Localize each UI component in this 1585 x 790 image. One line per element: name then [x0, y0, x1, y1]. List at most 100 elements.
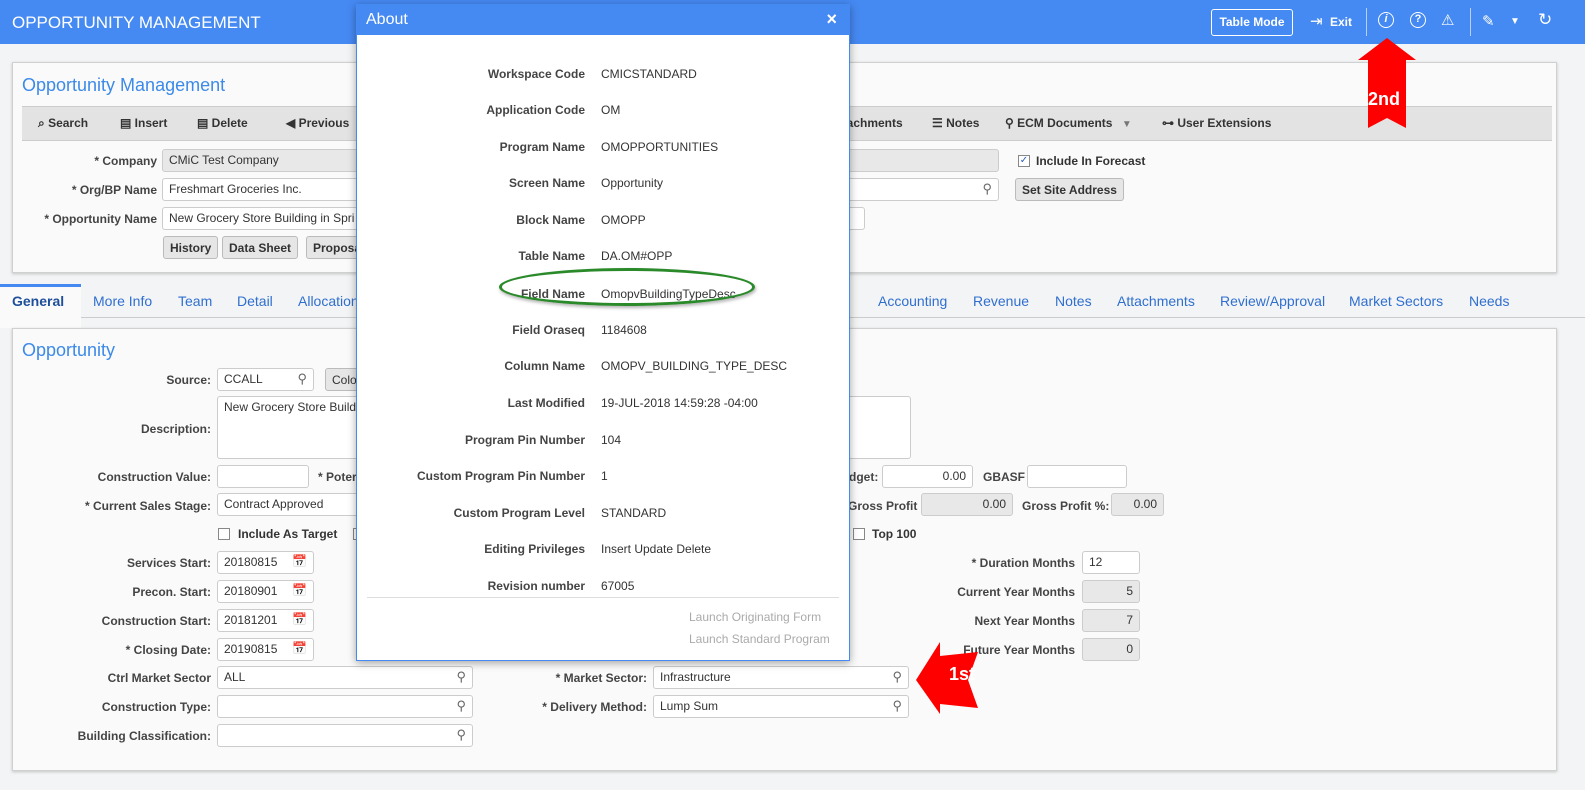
search-icon[interactable]: ⚲ — [982, 181, 992, 197]
tab-more-info[interactable]: More Info — [93, 293, 152, 309]
about-row: Custom Program Pin Number 1 — [357, 469, 849, 485]
precon-start-label: Precon. Start: — [132, 585, 211, 599]
about-row-value: Insert Update Delete — [601, 542, 712, 556]
about-row-value: 1184608 — [601, 323, 647, 337]
building-classification-field[interactable]: ⚲ — [217, 724, 473, 747]
hierarchy-icon: ⊶ — [1162, 116, 1178, 130]
dialog-title: About — [366, 11, 408, 28]
tab-allocation[interactable]: Allocation — [298, 293, 359, 309]
insert-icon: ▤ — [120, 116, 135, 130]
about-row-label: Table Name — [518, 249, 585, 263]
source-field[interactable]: CCALL ⚲ — [217, 368, 314, 391]
about-row-label: Last Modified — [507, 396, 585, 410]
ctrl-market-sector-field[interactable]: ALL ⚲ — [217, 666, 473, 689]
about-row: Last Modified 19-JUL-2018 14:59:28 -04:00 — [357, 396, 849, 412]
closing-date-field[interactable]: 20190815 📅 — [217, 638, 314, 661]
tab-team[interactable]: Team — [178, 293, 212, 309]
include-forecast-checkbox[interactable]: ✓ — [1018, 155, 1030, 167]
launch-standard-program-link[interactable]: Launch Standard Program — [689, 632, 830, 646]
history-button[interactable]: History — [163, 236, 219, 259]
search-icon[interactable]: ⚲ — [892, 669, 902, 685]
tab-accounting[interactable]: Accounting — [878, 293, 947, 309]
market-sector-field[interactable]: Infrastructure ⚲ — [653, 666, 909, 689]
about-row-label: Field Oraseq — [512, 323, 585, 337]
edit-icon[interactable]: ✎ — [1482, 12, 1495, 30]
about-row-label: Custom Program Pin Number — [416, 469, 585, 483]
search-icon[interactable]: ⚲ — [892, 698, 902, 714]
about-row: Workspace Code CMICSTANDARD — [357, 67, 849, 83]
exit-icon[interactable]: ⇥ — [1310, 12, 1323, 30]
about-row-value: OMOPP — [601, 213, 646, 227]
calendar-icon[interactable]: 📅 — [292, 612, 307, 626]
tab-attachments[interactable]: Attachments — [1117, 293, 1195, 309]
calendar-icon[interactable]: 📅 — [292, 583, 307, 597]
tab-review-approval[interactable]: Review/Approval — [1220, 293, 1325, 309]
next-year-months-field: 7 — [1082, 609, 1140, 632]
user-extensions-button[interactable]: ⊶ User Extensions — [1162, 116, 1271, 130]
delete-button[interactable]: ▤ Delete — [197, 116, 248, 130]
calendar-icon[interactable]: 📅 — [292, 641, 307, 655]
close-icon[interactable]: × — [826, 9, 837, 30]
precon-start-field[interactable]: 20180901 📅 — [217, 580, 314, 603]
search-icon[interactable]: ⚲ — [297, 371, 307, 387]
top-100-checkbox[interactable] — [853, 528, 865, 540]
search-icon[interactable]: ⚲ — [456, 669, 466, 685]
about-row: Revision number 67005 — [357, 579, 849, 595]
gbasf-label: GBASF — [983, 470, 1025, 484]
search-icon[interactable]: ⚲ — [456, 698, 466, 714]
include-as-target-checkbox[interactable] — [218, 528, 230, 540]
tab-needs[interactable]: Needs — [1469, 293, 1509, 309]
notes-icon: ☰ — [932, 116, 947, 130]
tab-notes[interactable]: Notes — [1055, 293, 1092, 309]
info-icon[interactable]: i — [1378, 12, 1394, 28]
data-sheet-button[interactable]: Data Sheet — [222, 236, 299, 259]
gbasf-field[interactable] — [1027, 465, 1127, 488]
insert-button[interactable]: ▤ Insert — [120, 116, 167, 130]
first-label: 1st — [949, 664, 976, 684]
future-year-months-field: 0 — [1082, 638, 1140, 661]
about-row-label: Screen Name — [508, 176, 585, 190]
tab-detail[interactable]: Detail — [237, 293, 273, 309]
about-row-value: 104 — [601, 433, 622, 447]
next-year-months-label: Next Year Months — [974, 614, 1075, 628]
help-icon[interactable]: ? — [1410, 12, 1426, 28]
chevron-down-icon[interactable]: ▼ — [1122, 119, 1132, 130]
ecm-documents-button[interactable]: ⚲ ECM Documents ▼ — [1005, 116, 1132, 130]
construction-type-label: Construction Type: — [101, 700, 211, 714]
about-row-label: Program Pin Number — [464, 433, 585, 447]
about-row-value: 67005 — [601, 579, 635, 593]
divider — [1470, 8, 1471, 36]
launch-originating-form-link[interactable]: Launch Originating Form — [689, 610, 821, 624]
tab-market-sectors[interactable]: Market Sectors — [1349, 293, 1443, 309]
about-row-value: OMOPPORTUNITIES — [601, 140, 719, 154]
current-year-months-label: Current Year Months — [957, 585, 1075, 599]
construction-value-field[interactable] — [217, 465, 309, 488]
dialog-header: About — [357, 5, 849, 35]
construction-start-field[interactable]: 20181201 📅 — [217, 609, 314, 632]
market-sector-label: * Market Sector: — [555, 671, 647, 685]
budget-field[interactable]: 0.00 — [882, 465, 973, 488]
chevron-down-icon[interactable]: ▼ — [1510, 16, 1520, 27]
about-row-value: STANDARD — [601, 506, 667, 520]
tab-revenue[interactable]: Revenue — [973, 293, 1029, 309]
gross-profit-pct-label: Gross Profit %: — [1022, 499, 1110, 513]
search-icon[interactable]: ⚲ — [456, 727, 466, 743]
duration-months-field[interactable]: 12 — [1082, 551, 1140, 574]
search-button[interactable]: ⌕ Search — [38, 116, 88, 131]
refresh-icon[interactable]: ↻ — [1538, 10, 1552, 30]
closing-date-label: * Closing Date: — [125, 643, 211, 657]
about-row-value: OMOPV_BUILDING_TYPE_DESC — [601, 359, 788, 373]
services-start-field[interactable]: 20180815 📅 — [217, 551, 314, 574]
exit-button[interactable]: Exit — [1330, 15, 1352, 29]
delivery-method-field[interactable]: Lump Sum ⚲ — [653, 695, 909, 718]
calendar-icon[interactable]: 📅 — [292, 554, 307, 568]
about-row: Editing Privileges Insert Update Delete — [357, 542, 849, 558]
previous-button[interactable]: ◀ Previous — [286, 116, 349, 130]
construction-type-field[interactable]: ⚲ — [217, 695, 473, 718]
set-site-address-button[interactable]: Set Site Address — [1015, 178, 1124, 201]
tab-general[interactable]: General — [12, 293, 64, 309]
table-mode-button[interactable]: Table Mode — [1211, 9, 1293, 36]
notes-button[interactable]: ☰ Notes — [932, 116, 979, 130]
warning-icon[interactable]: ⚠ — [1441, 11, 1454, 29]
potential-label: * Poter — [318, 470, 357, 484]
